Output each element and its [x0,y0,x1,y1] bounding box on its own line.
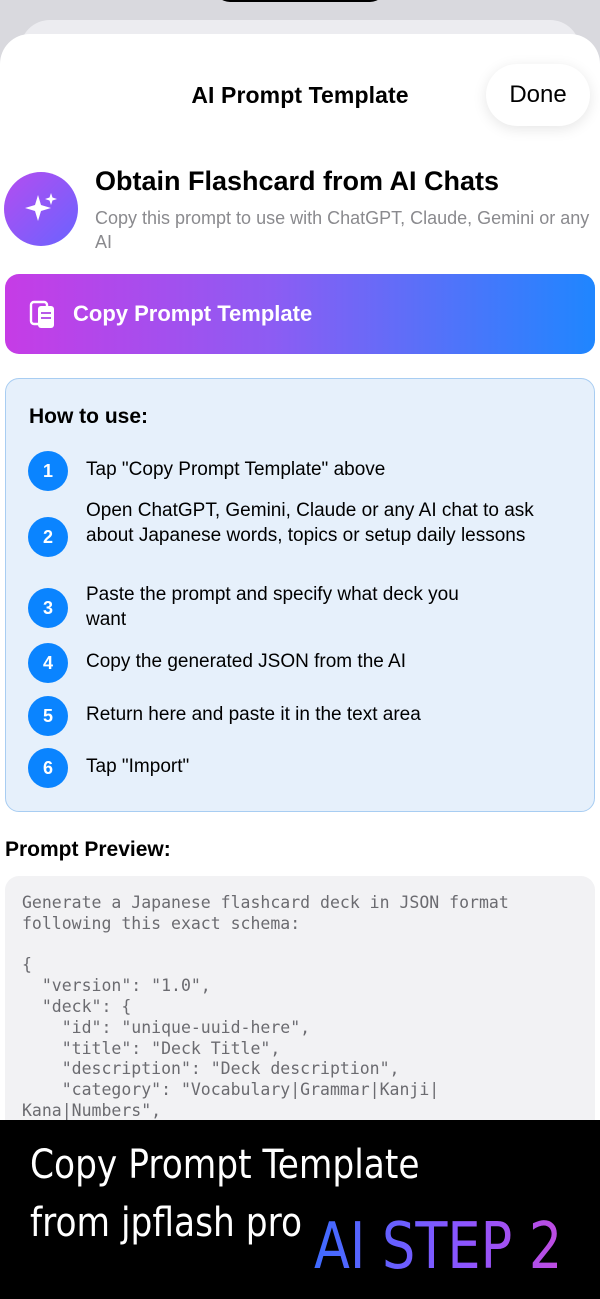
ai-step-label: AI STEP 2 [314,1210,563,1284]
prompt-preview-code: Generate a Japanese flashcard deck in JS… [22,893,509,1120]
caption-line-1: Copy Prompt Template [30,1142,420,1188]
step-number-badge: 6 [28,748,68,788]
copy-prompt-template-button[interactable]: Copy Prompt Template [5,274,595,354]
how-to-use-title: How to use: [29,405,148,428]
header-title: Obtain Flashcard from AI Chats [95,166,500,196]
step-text: Tap "Copy Prompt Template" above [86,459,386,480]
caption-overlay: Copy Prompt Template from jpflash pro AI… [0,1120,600,1299]
caption-line-2: from jpflash pro [30,1200,303,1246]
step-text: Open ChatGPT, Gemini, Claude or any AI c… [86,500,534,546]
sparkles-icon [4,172,78,246]
step-text: Paste the prompt and specify what deck y… [86,584,459,630]
how-to-use-card: How to use: 1 Tap "Copy Prompt Template"… [5,378,595,812]
step-number-badge: 3 [28,588,68,628]
done-button[interactable]: Done [486,64,590,126]
copy-document-icon [29,300,54,328]
step-text: Return here and paste it in the text are… [86,704,421,725]
copy-prompt-template-label: Copy Prompt Template [73,301,313,326]
step-number-badge: 4 [28,643,68,683]
step-text: Copy the generated JSON from the AI [86,651,407,672]
step-number-badge: 1 [28,451,68,491]
step-number-badge: 5 [28,696,68,736]
prompt-template-sheet: AI Prompt Template Done Obtain Flashcard… [0,34,600,1299]
step-number-badge: 2 [28,517,68,557]
header-subtitle: Copy this prompt to use with ChatGPT, Cl… [95,208,590,252]
step-text: Tap "Import" [86,756,190,777]
dynamic-island [214,0,386,2]
prompt-preview-title: Prompt Preview: [5,838,171,861]
